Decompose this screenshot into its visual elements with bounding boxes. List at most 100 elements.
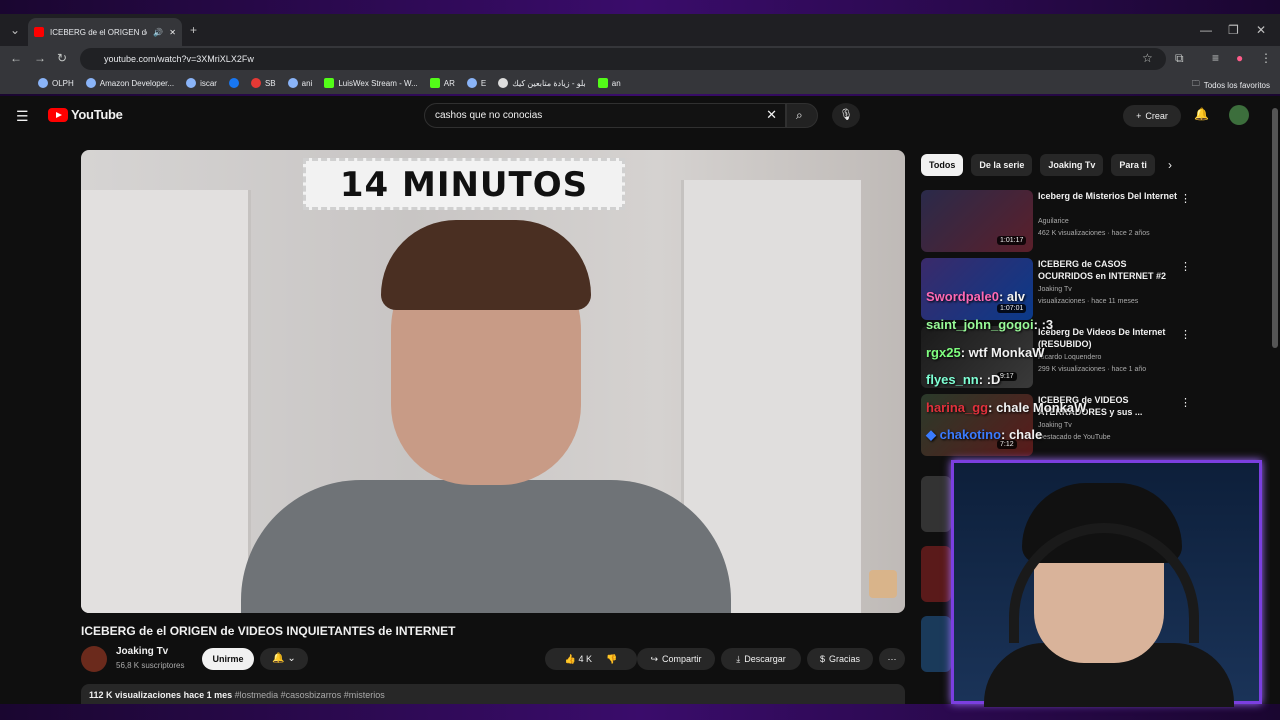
recommendation-channel: Joaking Tv <box>1038 422 1072 429</box>
youtube-logo[interactable]: YouTube <box>48 107 123 122</box>
facebook-icon <box>228 78 239 88</box>
hashtags[interactable]: #lostmedia #casosbizarros #misterios <box>235 690 385 700</box>
back-icon[interactable]: ← <box>10 51 22 65</box>
forward-icon[interactable]: → <box>34 51 46 65</box>
video-player[interactable]: 14 MINUTOS <box>81 150 905 613</box>
video-person-body <box>241 480 731 613</box>
folder-icon: 🗀 <box>1191 79 1200 88</box>
browser-menu-icon[interactable]: ⋮ <box>1260 51 1272 65</box>
recommendation-item[interactable]: 1:01:17 Iceberg de Misterios Del Interne… <box>921 190 1261 254</box>
video-person-hair <box>381 220 591 310</box>
recommendation-channel: Aguilarice <box>1038 218 1069 225</box>
bookmark-item[interactable]: E <box>466 78 486 88</box>
upload-age: hace 1 mes <box>183 690 233 700</box>
search-icon: ⌕ <box>796 108 803 122</box>
more-options-icon[interactable]: ⋮ <box>1180 192 1191 205</box>
url-field[interactable]: youtube.com/watch?v=3XMriXLX2Fw <box>80 48 1166 70</box>
chip-channel[interactable]: Joaking Tv <box>1040 154 1104 176</box>
chat-message: flyes_nn: :D <box>926 372 1001 387</box>
video-duration: 1:07:01 <box>997 304 1027 313</box>
recommendation-meta: Destacado de YouTube <box>1038 434 1111 441</box>
chips-next-icon[interactable]: › <box>1168 158 1172 172</box>
channel-subscribers: 56,8 K suscriptores <box>116 661 185 670</box>
kick-icon <box>324 78 335 88</box>
bookmark-star-icon[interactable]: ☆ <box>1142 51 1153 65</box>
recommendation-channel: Joaking Tv <box>1038 286 1072 293</box>
view-count: 112 K visualizaciones <box>89 690 182 700</box>
bookmark-item[interactable]: iscar <box>186 78 217 88</box>
kick-icon <box>597 78 608 88</box>
bookmark-icon <box>38 78 48 88</box>
like-button[interactable]: 👍 4 K <box>565 654 592 665</box>
video-thumbnail[interactable] <box>921 476 951 532</box>
video-title: ICEBERG de el ORIGEN de VIDEOS INQUIETAN… <box>81 624 456 638</box>
tab-strip: ⌄ ICEBERG de el ORIGEN de V 🔊 ✕ + — ❐ ✕ <box>0 14 1280 46</box>
scrollbar-thumb[interactable] <box>1272 108 1278 348</box>
close-tab-icon[interactable]: ✕ <box>169 28 176 37</box>
voice-search-icon[interactable]: 🎙 <box>832 103 860 128</box>
profile-icon[interactable]: ● <box>1236 51 1243 65</box>
bookmark-item[interactable]: OLPH <box>38 78 74 88</box>
bookmark-item[interactable] <box>228 78 239 88</box>
share-button[interactable]: ↪ Compartir <box>637 648 715 670</box>
notifications-icon[interactable]: 🔔 <box>1194 107 1209 121</box>
video-thumbnail[interactable] <box>921 546 951 602</box>
bookmark-icon <box>85 78 96 88</box>
clear-search-icon[interactable]: ✕ <box>766 107 777 123</box>
reload-icon[interactable]: ↻ <box>57 51 67 65</box>
channel-avatar[interactable] <box>81 646 107 672</box>
kick-icon <box>429 78 440 88</box>
youtube-favicon-icon <box>34 27 44 37</box>
hamburger-menu-icon[interactable]: ☰ <box>16 108 29 125</box>
filter-chips: Todos De la serie Joaking Tv Para ti <box>921 154 1155 176</box>
chip-all[interactable]: Todos <box>921 154 964 176</box>
page-scrollbar[interactable] <box>1270 96 1280 704</box>
plus-icon: + <box>1136 111 1142 121</box>
recommendation-title: ICEBERG de CASOS OCURRIDOS en INTERNET #… <box>1038 259 1167 281</box>
media-icon[interactable]: ≡ <box>1212 51 1219 65</box>
recommendation-channel: Ricardo Loquendero <box>1038 354 1102 361</box>
chip-series[interactable]: De la serie <box>971 154 1033 176</box>
chip-for-you[interactable]: Para ti <box>1111 154 1155 176</box>
tab-list-icon[interactable]: ⌄ <box>10 23 20 37</box>
chat-message: rgx25: wtf MonkaW <box>926 345 1045 360</box>
more-options-icon[interactable]: ⋮ <box>1180 328 1191 341</box>
streamer-webcam <box>951 460 1262 707</box>
download-button[interactable]: ⤓ Descargar <box>721 648 801 670</box>
close-window-icon[interactable]: ✕ <box>1256 23 1266 37</box>
all-bookmarks[interactable]: 🗀 Todos los favoritos <box>1192 78 1270 92</box>
bookmark-item[interactable]: an <box>597 78 621 88</box>
bookmark-item[interactable]: Amazon Developer... <box>85 78 174 88</box>
maximize-icon[interactable]: ❐ <box>1228 23 1239 37</box>
extensions-icon[interactable]: ⧉ <box>1175 51 1184 66</box>
recommendation-title: Iceberg De Videos De Internet (RESUBIDO) <box>1038 327 1166 349</box>
join-button[interactable]: Unirme <box>202 648 254 670</box>
search-button[interactable]: ⌕ <box>786 103 818 128</box>
bookmark-item[interactable]: LuisWex Stream - W... <box>324 78 418 88</box>
description-box[interactable]: 112 K visualizaciones hace 1 mes #lostme… <box>81 684 905 704</box>
search-input[interactable]: cashos que no conocias ✕ <box>424 103 786 128</box>
video-duration: 1:01:17 <box>997 236 1027 245</box>
more-options-icon[interactable]: ⋮ <box>1180 396 1191 409</box>
bookmark-item[interactable]: AR <box>429 78 455 88</box>
bookmark-item[interactable]: ani <box>287 78 312 88</box>
more-actions-icon[interactable]: ⋯ <box>879 648 905 670</box>
channel-watermark[interactable] <box>869 570 897 598</box>
browser-tab[interactable]: ICEBERG de el ORIGEN de V 🔊 ✕ <box>28 18 182 46</box>
new-tab-icon[interactable]: + <box>190 23 197 37</box>
youtube-header: ☰ YouTube cashos que no conocias ✕ ⌕ 🎙 +… <box>0 96 1270 134</box>
dislike-icon[interactable]: 👎 <box>606 654 617 665</box>
more-options-icon[interactable]: ⋮ <box>1180 260 1191 273</box>
bell-icon: 🔔 ⌄ <box>272 653 296 664</box>
account-avatar[interactable] <box>1229 105 1249 125</box>
thanks-button[interactable]: $ Gracias <box>807 648 873 670</box>
chat-message: ◆ chakotino: chale <box>926 427 1043 442</box>
channel-name[interactable]: Joaking Tv <box>116 646 168 657</box>
bookmark-item[interactable]: بلو - زيادة متابعين كيك <box>498 78 586 88</box>
video-thumbnail[interactable] <box>921 616 951 672</box>
subscription-bell-button[interactable]: 🔔 ⌄ <box>260 648 308 670</box>
video-overlay-title: 14 MINUTOS <box>303 158 625 210</box>
create-button[interactable]: + Crear <box>1123 105 1181 127</box>
bookmark-item[interactable]: SB <box>250 78 276 88</box>
minimize-icon[interactable]: — <box>1200 23 1212 37</box>
